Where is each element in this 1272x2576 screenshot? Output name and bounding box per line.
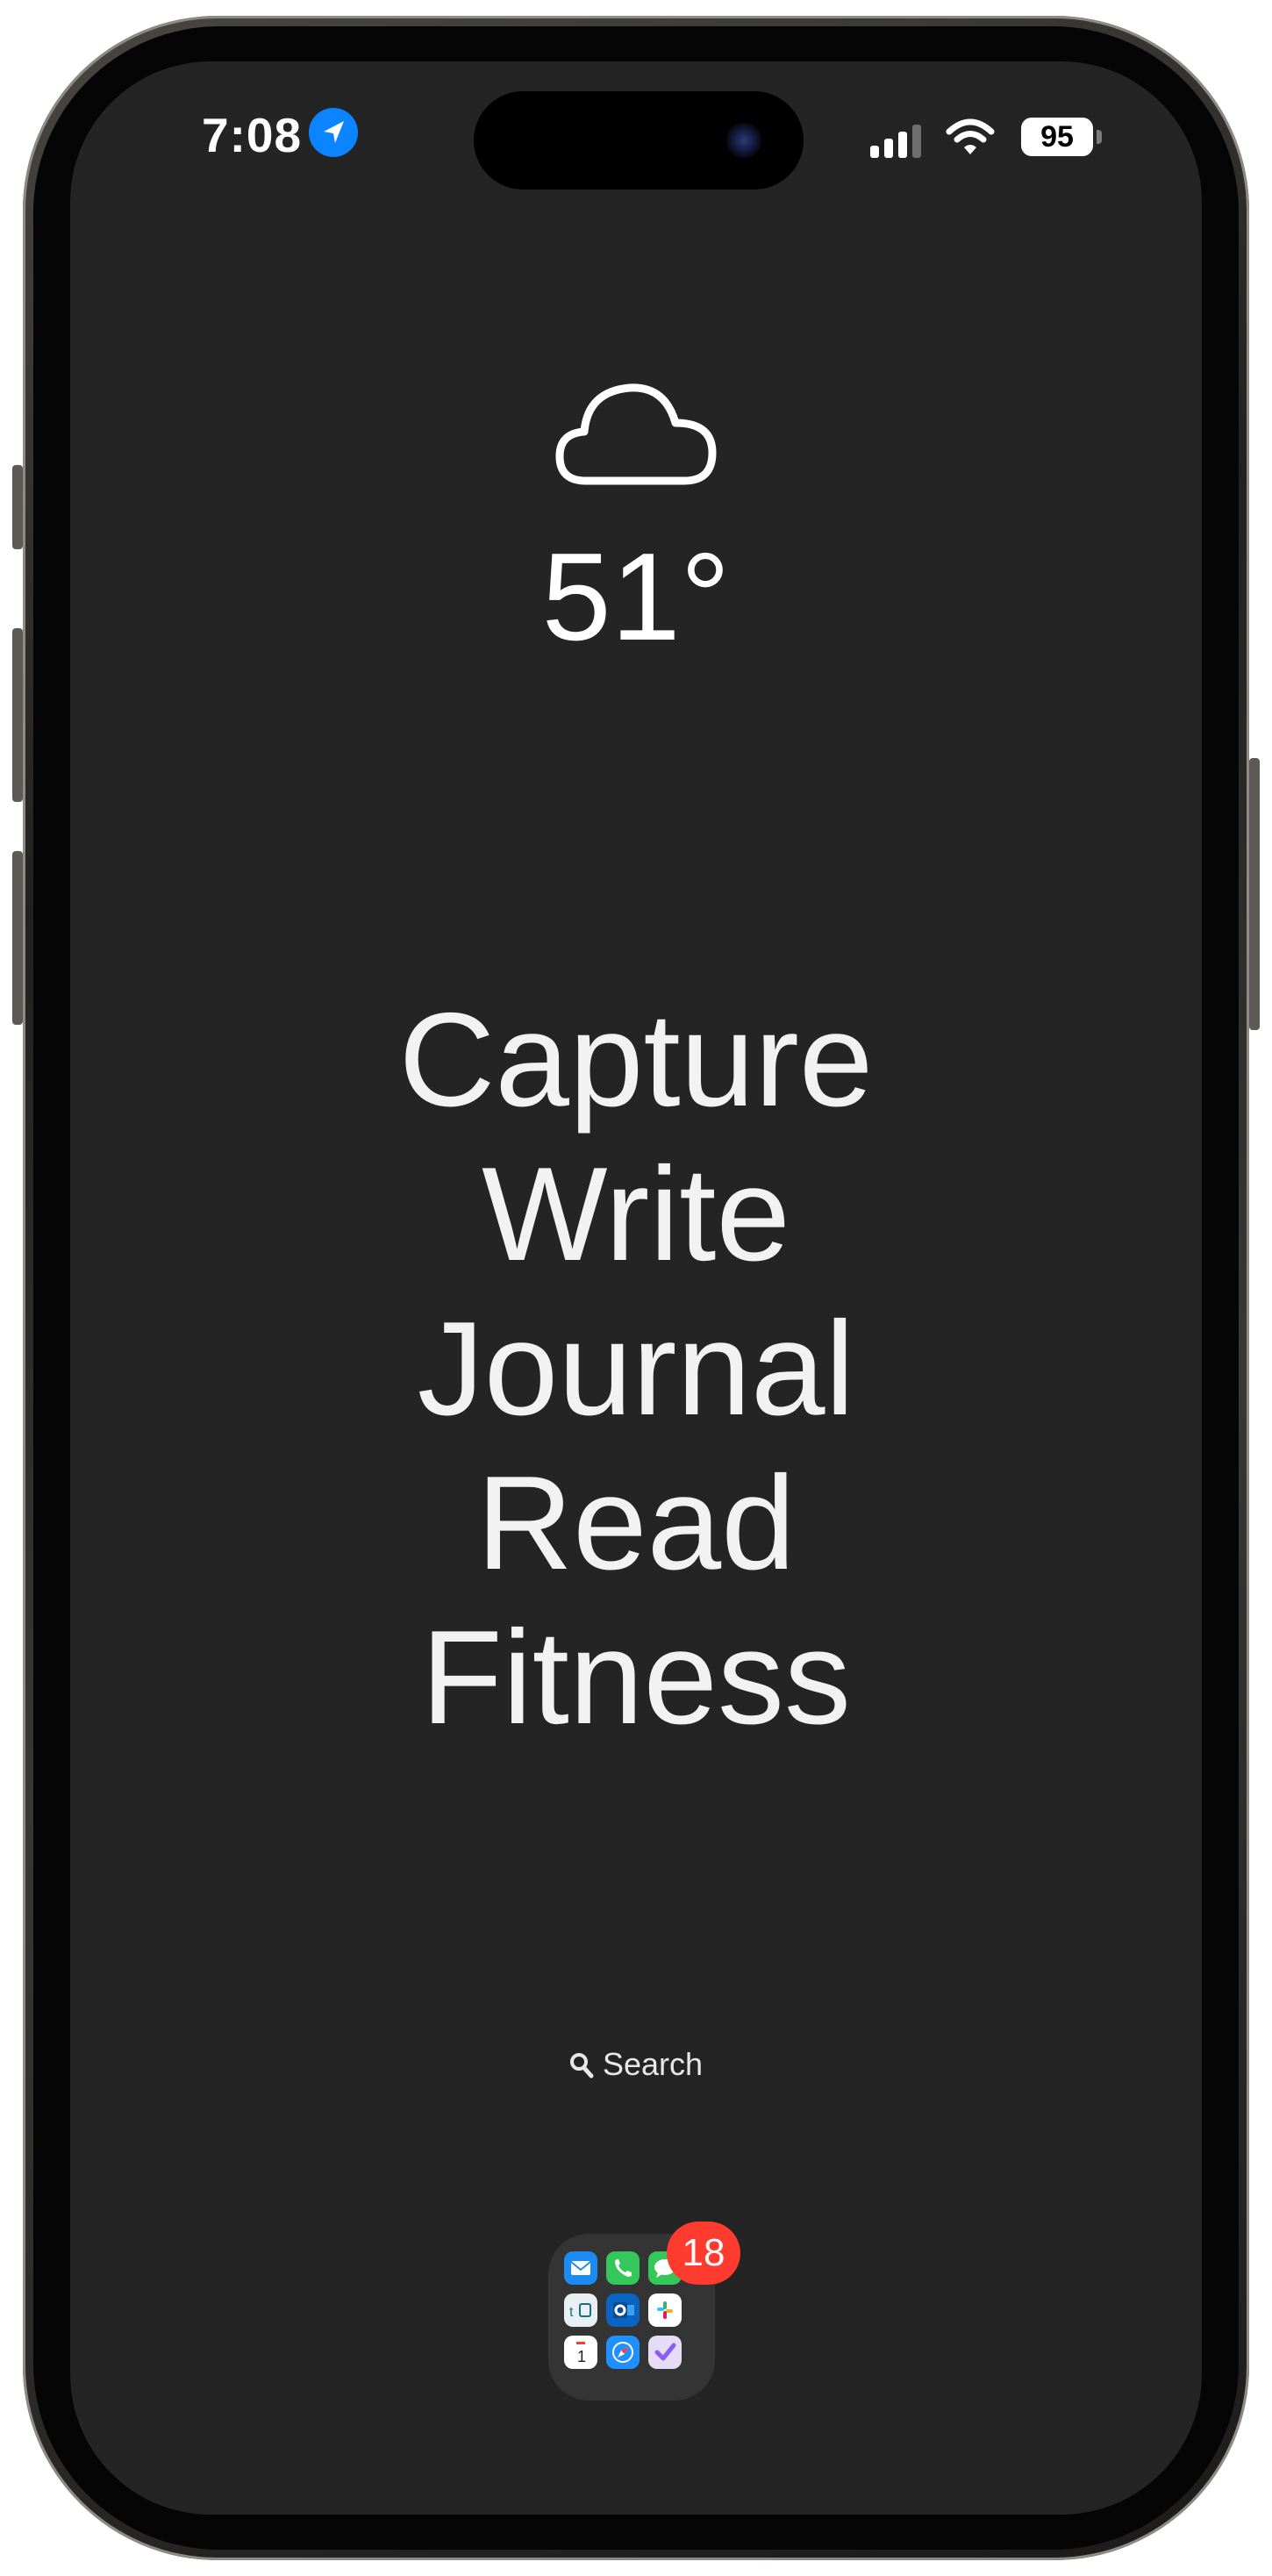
- search-pill[interactable]: Search: [70, 2043, 1202, 2086]
- action-button: [12, 465, 23, 549]
- power-button: [1249, 758, 1260, 1030]
- shortcut-journal[interactable]: Journal: [70, 1292, 1202, 1446]
- search-label: Search: [602, 2046, 704, 2082]
- shortcut-read[interactable]: Read: [70, 1446, 1202, 1600]
- shortcut-write[interactable]: Write: [70, 1137, 1202, 1292]
- dynamic-island: [474, 91, 804, 190]
- cellular-signal-icon: [870, 125, 923, 158]
- volume-up-button: [12, 628, 23, 802]
- slack-icon[interactable]: [648, 2293, 682, 2327]
- location-arrow-icon: [309, 108, 358, 157]
- cloud-icon[interactable]: [553, 377, 719, 491]
- checklist-icon[interactable]: [648, 2336, 682, 2369]
- shortcut-list: Capture Write Journal Read Fitness: [70, 983, 1202, 1755]
- safari-icon[interactable]: [606, 2336, 640, 2369]
- phone-icon[interactable]: [606, 2251, 640, 2285]
- svg-text:1: 1: [577, 2348, 586, 2365]
- wifi-icon: [946, 118, 995, 156]
- tasks-icon[interactable]: t: [564, 2293, 597, 2327]
- battery-level: 95: [1021, 118, 1093, 156]
- volume-down-button: [12, 851, 23, 1025]
- home-screen: 7:08 95 51° Capture Write Journal Read F…: [70, 61, 1202, 2515]
- front-camera: [726, 123, 761, 158]
- svg-text:t: t: [569, 2305, 574, 2320]
- battery-nub: [1097, 130, 1102, 144]
- shortcut-fitness[interactable]: Fitness: [70, 1600, 1202, 1755]
- magnifier-icon: [569, 2053, 594, 2079]
- shortcut-capture[interactable]: Capture: [70, 983, 1202, 1137]
- status-time: 7:08: [202, 108, 303, 162]
- mail-icon[interactable]: [564, 2251, 597, 2285]
- temperature[interactable]: 51°: [70, 535, 1202, 660]
- outlook-icon[interactable]: [606, 2293, 640, 2327]
- notification-badge: 18: [667, 2222, 740, 2285]
- calendar-icon[interactable]: 1: [564, 2336, 597, 2369]
